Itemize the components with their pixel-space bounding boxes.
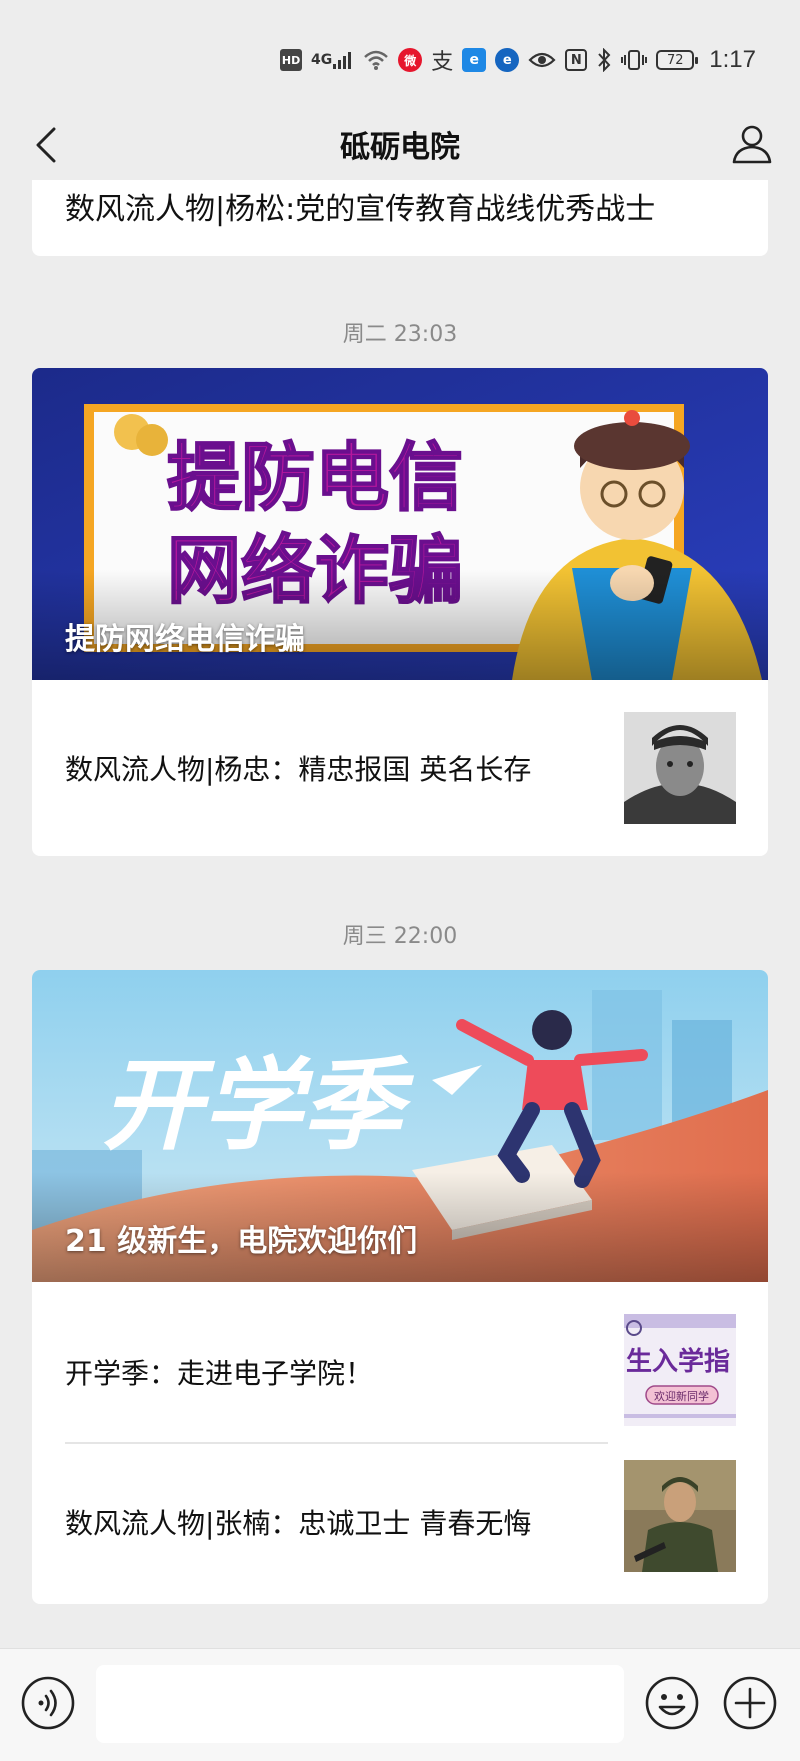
list-item[interactable]: 开学季：走进电子学院！ 生入学指 欢迎新同学 — [32, 1282, 768, 1444]
wifi-icon — [363, 49, 389, 71]
thumbnail-image — [624, 712, 736, 824]
bottom-input-bar — [0, 1648, 800, 1761]
thumb-text: 生入学指 — [626, 1346, 730, 1377]
article-title: 数风流人物|杨松:党的宣传教育战线优秀战士 — [65, 192, 656, 227]
status-time: 1:17 — [709, 46, 756, 73]
thumbnail-image: 生入学指 欢迎新同学 — [624, 1314, 736, 1426]
hero-article[interactable]: 开学季 21 级新生，电院欢迎你们 — [32, 970, 768, 1282]
timestamp: 周三 22:00 — [342, 924, 458, 949]
list-item[interactable]: 数风流人物|杨忠：精忠报国 英名长存 — [32, 680, 768, 856]
hero-caption: 提防网络电信诈骗 — [65, 622, 305, 657]
article-card: 提防电信 网络诈骗 提防网络电信诈骗 数风流人物|杨忠：精忠报国 英名长存 — [32, 368, 768, 856]
weibo-icon: 微 — [398, 48, 423, 72]
article-title: 开学季：走进电子学院！ — [65, 1357, 374, 1390]
bluetooth-icon — [596, 48, 612, 72]
app-icon: e — [462, 48, 487, 72]
article-card: 开学季 21 级新生，电院欢迎你们 开学季：走进电子学院！ 生入学指 欢迎新同学 — [32, 970, 768, 1604]
nfc-icon: N — [565, 49, 588, 71]
signal-4g-icon: 4G — [311, 50, 354, 70]
hero-caption: 21 级新生，电院欢迎你们 — [65, 1224, 418, 1259]
message-input[interactable] — [96, 1665, 624, 1743]
article-title: 数风流人物|杨忠：精忠报国 英名长存 — [65, 753, 532, 786]
page-title: 砥砺电院 — [340, 130, 460, 165]
alipay-icon: 支 — [431, 50, 454, 75]
eye-icon — [528, 50, 556, 70]
header: 砥砺电院 — [0, 100, 800, 190]
person-icon — [732, 125, 772, 164]
timestamp: 周二 23:03 — [342, 322, 458, 347]
battery-icon: 72 — [656, 50, 699, 70]
banner-text-line1: 提防电信 — [167, 435, 463, 521]
hero-article[interactable]: 提防电信 网络诈骗 提防网络电信诈骗 — [32, 368, 768, 680]
article-card[interactable]: 数风流人物|杨松:党的宣传教育战线优秀战士 — [32, 180, 768, 256]
vibrate-icon — [621, 49, 648, 71]
thumb-subtext: 欢迎新同学 — [654, 1389, 709, 1403]
app-icon-2: e — [495, 48, 520, 72]
status-icons: HD 4G 微 支 e e N 72 1:17 — [280, 40, 756, 80]
signal-label: 4G — [311, 52, 333, 68]
voice-icon — [21, 1676, 75, 1730]
plus-icon — [723, 1676, 777, 1730]
voice-button[interactable] — [20, 1675, 76, 1731]
plus-button[interactable] — [722, 1675, 778, 1731]
hd-icon: HD — [280, 49, 303, 71]
emoji-button[interactable] — [644, 1675, 700, 1731]
profile-button[interactable] — [726, 118, 778, 170]
article-title: 数风流人物|张楠：忠诚卫士 青春无悔 — [65, 1507, 532, 1540]
list-item[interactable]: 数风流人物|张楠：忠诚卫士 青春无悔 — [32, 1444, 768, 1604]
thumbnail-image — [624, 1460, 736, 1572]
emoji-icon — [645, 1676, 699, 1730]
status-bar: HD 4G 微 支 e e N 72 1:17 — [0, 0, 800, 100]
banner-text: 开学季 — [102, 1046, 415, 1164]
